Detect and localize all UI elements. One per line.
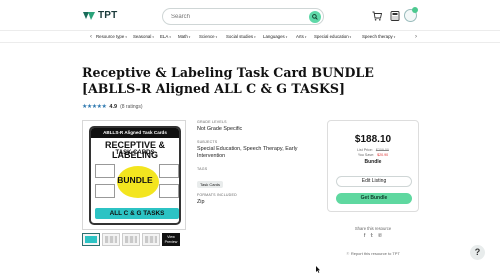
cover-bundle-text: BUNDLE [117, 175, 153, 185]
nav-item-languages[interactable]: Languages▾ [263, 34, 287, 39]
chevron-down-icon: ▾ [169, 35, 171, 39]
nav-item-label: Resource type [96, 34, 125, 39]
subjects-label: SUBJECTS [197, 139, 218, 144]
purchase-box: $188.10 List Price: $209.00 You Save: $2… [327, 120, 419, 212]
nav-item-resource-type[interactable]: Resource type▾ [96, 34, 127, 39]
chevron-down-icon: ▾ [304, 35, 307, 39]
nav-item-label: Social studies [226, 34, 254, 39]
calculator-icon[interactable] [390, 11, 400, 21]
tpt-logo[interactable]: TPT [82, 10, 118, 21]
formats-value: Zip [197, 198, 205, 205]
product-image[interactable]: ABLLS-R Aligned Task Cards RECEPTIVE & L… [82, 120, 186, 230]
nav-item-science[interactable]: Science▾ [199, 34, 217, 39]
cover-top-text: ABLLS-R Aligned Task Cards [91, 128, 179, 138]
share-label: Share this resource [354, 226, 392, 231]
nav-item-social-studies[interactable]: Social studies▾ [226, 34, 256, 39]
nav-item-label: Languages [263, 34, 285, 39]
report-link[interactable]: ⚐ Report this resource to TPT [327, 251, 419, 256]
nav-item-label: Speech therapy [362, 34, 393, 39]
flag-icon: ⚐ [346, 251, 350, 256]
thumbnail[interactable] [102, 233, 120, 246]
category-nav: ‹ Resource type▾ Seasonal▾ ELA▾ Math▾ Sc… [0, 30, 500, 43]
facebook-icon[interactable]: f [364, 233, 366, 239]
chevron-down-icon: ▾ [254, 35, 256, 39]
chevron-down-icon: ▾ [188, 35, 191, 39]
twitter-icon[interactable]: 𝕥 [370, 233, 373, 239]
grade-levels-label: GRADE LEVELS [197, 120, 227, 124]
rating-summary[interactable]: ★★★★★ 4.9 (8 ratings) [82, 103, 143, 111]
cover-bottom-text: ALL C & G TASKS [95, 208, 179, 219]
you-save-value: $20.90 [377, 153, 389, 157]
rating-value: 4.9 [109, 103, 118, 110]
thumbnail[interactable] [122, 233, 140, 246]
cart-icon[interactable] [372, 11, 382, 21]
list-price-label: List Price: [357, 148, 373, 152]
rating-count[interactable]: (8 ratings) [120, 104, 143, 110]
pinterest-icon[interactable]: ℗ [378, 233, 382, 239]
report-link-text: Report this resource to TPT [350, 251, 400, 256]
cover-card-image [159, 184, 179, 198]
bundle-label: Bundle [364, 159, 382, 165]
nav-scroll-left-icon[interactable]: ‹ [87, 33, 95, 41]
tag-chip[interactable]: Task Cards [197, 180, 224, 188]
mouse-cursor-icon [316, 266, 320, 273]
nav-item-label: Arts [296, 34, 304, 39]
nav-item-special-education[interactable]: Special education▾ [314, 34, 351, 39]
nav-item-seasonal[interactable]: Seasonal▾ [133, 34, 154, 39]
formats-label: FORMATS INCLUDED [197, 192, 237, 197]
edit-listing-button[interactable]: Edit Listing [336, 176, 412, 187]
chevron-down-icon: ▾ [125, 35, 127, 39]
nav-item-speech-therapy[interactable]: Speech therapy▾ [362, 34, 395, 39]
nav-item-label: Science [199, 34, 215, 39]
nav-item-label: Special education [314, 34, 349, 39]
nav-item-math[interactable]: Math▾ [178, 34, 190, 39]
get-bundle-button[interactable]: Get Bundle [336, 193, 412, 204]
tags-label: TAGS [197, 166, 208, 171]
cover-card-image [95, 184, 115, 198]
cover-subheading: TASK CARDS [115, 150, 155, 156]
star-rating-icon: ★★★★★ [82, 104, 107, 110]
top-header: TPT [0, 0, 500, 30]
list-price-row: List Price: $209.00 [328, 148, 418, 152]
search-icon [312, 14, 318, 20]
tpt-logo-icon [82, 10, 96, 21]
chevron-down-icon: ▾ [285, 35, 288, 39]
nav-item-label: Seasonal [133, 34, 152, 39]
thumbnail[interactable] [82, 233, 100, 246]
thumbnail[interactable] [142, 233, 160, 246]
chevron-down-icon: ▾ [349, 35, 352, 39]
you-save-label: You Save: [357, 153, 375, 157]
nav-item-arts[interactable]: Arts▾ [296, 34, 306, 39]
nav-item-label: Math [178, 34, 188, 39]
notification-badge [412, 7, 418, 13]
product-cover: ABLLS-R Aligned Task Cards RECEPTIVE & L… [89, 126, 181, 225]
view-preview-button[interactable]: View Preview [162, 233, 180, 246]
nav-scroll-right-icon[interactable]: › [412, 33, 420, 41]
product-details: GRADE LEVELS Not Grade Specific SUBJECTS… [197, 120, 317, 212]
grade-levels-value[interactable]: Not Grade Specific [197, 126, 317, 134]
nav-item-ela[interactable]: ELA▾ [160, 34, 171, 39]
thumbnail-strip: View Preview [82, 233, 180, 246]
chevron-down-icon: ▾ [393, 35, 396, 39]
chevron-down-icon: ▾ [152, 35, 154, 39]
chevron-down-icon: ▾ [215, 35, 218, 39]
search-bar [162, 8, 324, 25]
nav-item-label: ELA [160, 34, 169, 39]
search-button[interactable] [309, 11, 321, 23]
product-title: Receptive & Labeling Task Card BUNDLE [A… [82, 65, 374, 96]
search-input[interactable] [171, 12, 301, 22]
list-price-value: $209.00 [375, 148, 389, 152]
price: $188.10 [354, 134, 392, 145]
logo-text: TPT [98, 10, 118, 21]
share-icons: f 𝕥 ℗ [327, 233, 419, 239]
you-save-row: You Save: $20.90 [328, 153, 418, 157]
subjects-value[interactable]: Special Education, Speech Therapy, Early… [197, 146, 317, 161]
help-button[interactable]: ? [470, 245, 485, 260]
